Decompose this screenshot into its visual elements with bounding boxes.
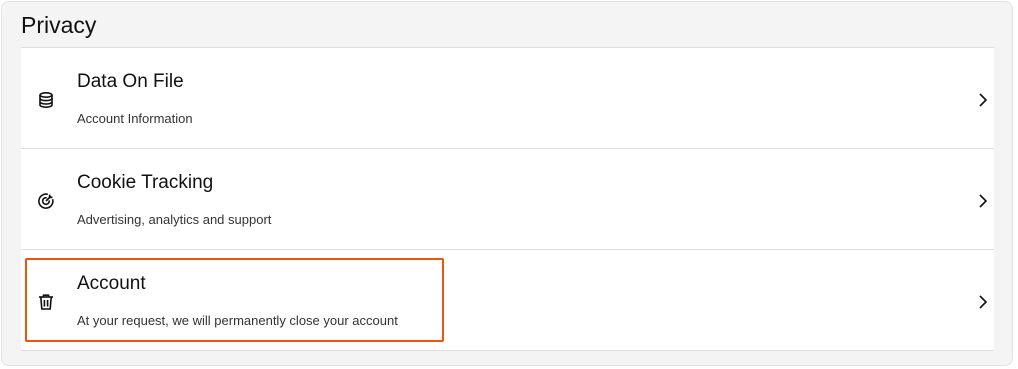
list-item-title: Account [77,273,146,294]
list-item-cookie-tracking[interactable]: Cookie Tracking Advertising, analytics a… [21,149,994,250]
chevron-right-icon[interactable] [978,92,988,108]
target-icon [37,192,55,210]
chevron-right-icon[interactable] [978,294,988,310]
list-item-account[interactable]: Account At your request, we will permane… [21,250,994,351]
list-item-subtitle: Account Information [77,111,193,126]
list-item-title: Cookie Tracking [77,172,214,193]
list-item-subtitle: At your request, we will permanently clo… [77,313,398,328]
list-item-data-on-file[interactable]: Data On File Account Information [21,48,994,149]
section-title: Privacy [21,12,97,38]
privacy-panel: Privacy Data On File Account Information [1,1,1013,366]
chevron-right-icon[interactable] [978,193,988,209]
database-icon [37,91,55,109]
list-item-title: Data On File [77,71,184,92]
trash-icon [37,293,55,311]
privacy-list: Data On File Account Information Cookie … [21,47,994,351]
list-item-subtitle: Advertising, analytics and support [77,212,272,227]
